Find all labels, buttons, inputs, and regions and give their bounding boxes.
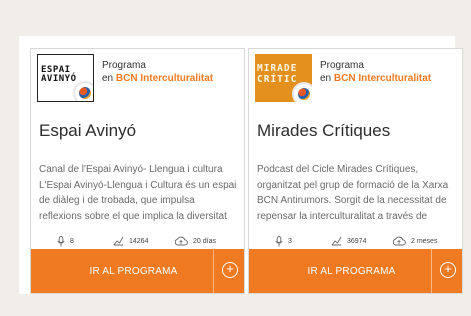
thumbnail-logo-text: ESPAI AVINYÓ	[41, 65, 77, 84]
program-description: Podcast del Cicle Mirades Crítiques, org…	[257, 164, 449, 222]
updated-time: 20 días	[193, 237, 216, 245]
plays-count: 14264	[129, 237, 149, 245]
program-stats: 8 14264 20 días	[31, 232, 244, 250]
updated-stat: 2 meses	[392, 236, 437, 246]
go-to-program-button[interactable]: IR AL PROGRAMA +	[249, 249, 462, 293]
cloud-upload-icon	[174, 236, 188, 246]
episodes-count: 8	[70, 238, 74, 245]
episodes-stat: 3	[275, 236, 292, 247]
program-thumbnail[interactable]: MIRADE CRÍTIC	[255, 54, 312, 102]
program-prefix: en	[102, 73, 114, 84]
program-card-mirades-critiques[interactable]: MIRADE CRÍTIC Programa en BCN Intercultu…	[248, 48, 463, 294]
plus-circle-icon[interactable]: +	[222, 262, 238, 278]
network-badge-icon	[73, 81, 93, 101]
program-info: Programa en BCN Interculturalitat	[102, 59, 213, 85]
plays-count: 36974	[347, 237, 367, 245]
thumbnail-logo-text: MIRADE CRÍTIC	[257, 63, 298, 85]
program-title[interactable]: Mirades Crítiques	[257, 121, 390, 141]
chart-icon	[331, 236, 342, 246]
button-divider	[431, 249, 432, 293]
microphone-icon	[57, 236, 65, 247]
microphone-icon	[275, 236, 283, 247]
episodes-count: 3	[288, 238, 292, 245]
button-divider	[213, 249, 214, 293]
program-label: Programa	[320, 60, 364, 71]
plays-stat: 14264	[113, 236, 148, 246]
program-thumbnail[interactable]: ESPAI AVINYÓ	[37, 54, 94, 102]
updated-stat: 20 días	[174, 236, 216, 246]
program-title[interactable]: Espai Avinyó	[39, 121, 136, 141]
program-description: Canal de l'Espai Avinyó- Llengua i cultu…	[39, 164, 237, 222]
plays-stat: 36974	[331, 236, 366, 246]
program-prefix: en	[320, 73, 332, 84]
network-badge-icon	[292, 82, 312, 102]
go-to-program-button[interactable]: IR AL PROGRAMA +	[31, 249, 244, 293]
cloud-upload-icon	[392, 236, 406, 246]
program-org-link[interactable]: BCN Interculturalitat	[116, 73, 213, 84]
program-org-link[interactable]: BCN Interculturalitat	[334, 73, 431, 84]
plus-circle-icon[interactable]: +	[440, 262, 456, 278]
program-label: Programa	[102, 60, 146, 71]
program-stats: 3 36974 2 meses	[249, 232, 462, 250]
updated-time: 2 meses	[411, 237, 438, 245]
episodes-stat: 8	[57, 236, 74, 247]
program-info: Programa en BCN Interculturalitat	[320, 59, 431, 85]
program-card-espai-avinyo[interactable]: ESPAI AVINYÓ Programa en BCN Intercultur…	[30, 48, 245, 294]
chart-icon	[113, 236, 124, 246]
